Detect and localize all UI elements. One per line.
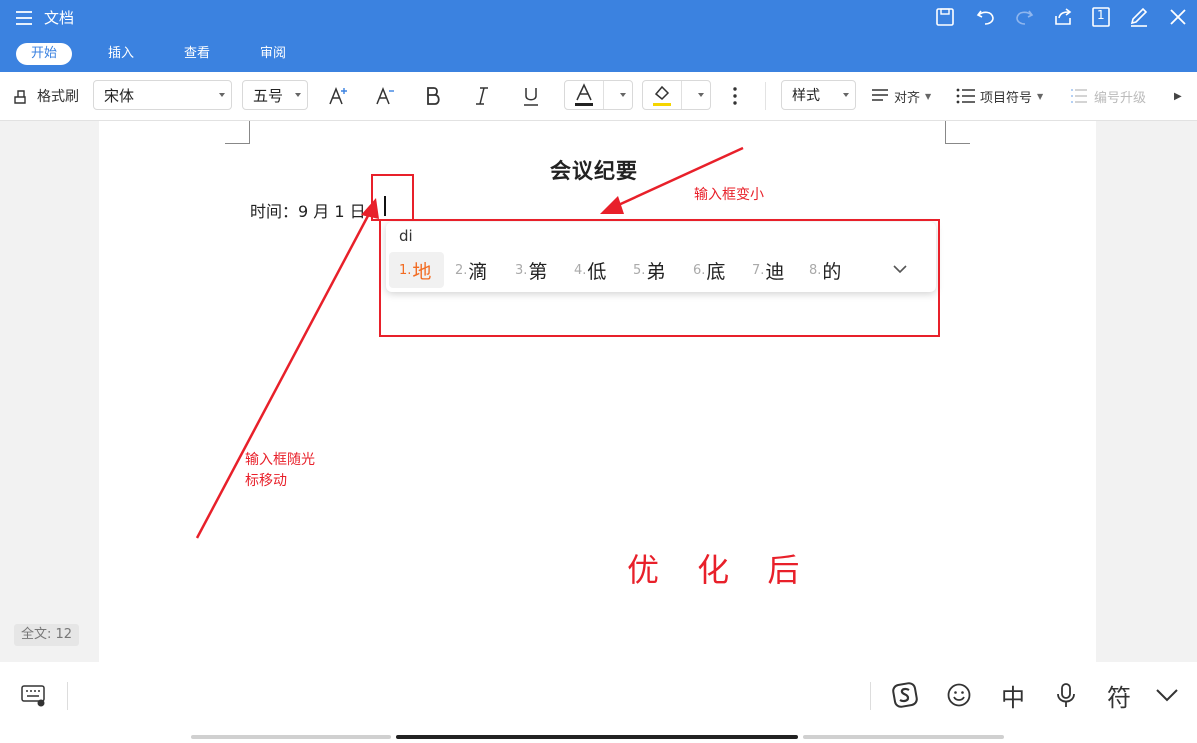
collapse-keyboard-icon[interactable] (1152, 680, 1182, 710)
arrow-head-icon (361, 198, 379, 219)
divider (67, 682, 68, 710)
home-indicator-segment (191, 735, 391, 739)
emoji-icon[interactable] (944, 680, 974, 710)
word-count-badge[interactable]: 全文: 12 (14, 624, 80, 646)
home-indicator-segment (803, 735, 1004, 739)
keyboard-toolbar: 中 符 (0, 662, 1197, 743)
annotation-text: 标移动 (245, 473, 287, 489)
annotation-title: 优 化 后 (627, 551, 814, 589)
keyboard-icon[interactable] (18, 680, 48, 710)
chinese-mode-toggle[interactable]: 中 (998, 680, 1028, 712)
sogou-logo-icon[interactable] (890, 680, 920, 710)
annotation-text: 输入框变小 (694, 187, 764, 203)
annotation-text: 输入框随光 (245, 452, 315, 468)
annotation-arrows (195, 146, 744, 539)
microphone-icon[interactable] (1051, 680, 1081, 710)
divider (870, 682, 871, 710)
symbols-button[interactable]: 符 (1104, 680, 1134, 712)
home-indicator[interactable] (396, 735, 798, 739)
arrow-head-icon (600, 196, 624, 214)
